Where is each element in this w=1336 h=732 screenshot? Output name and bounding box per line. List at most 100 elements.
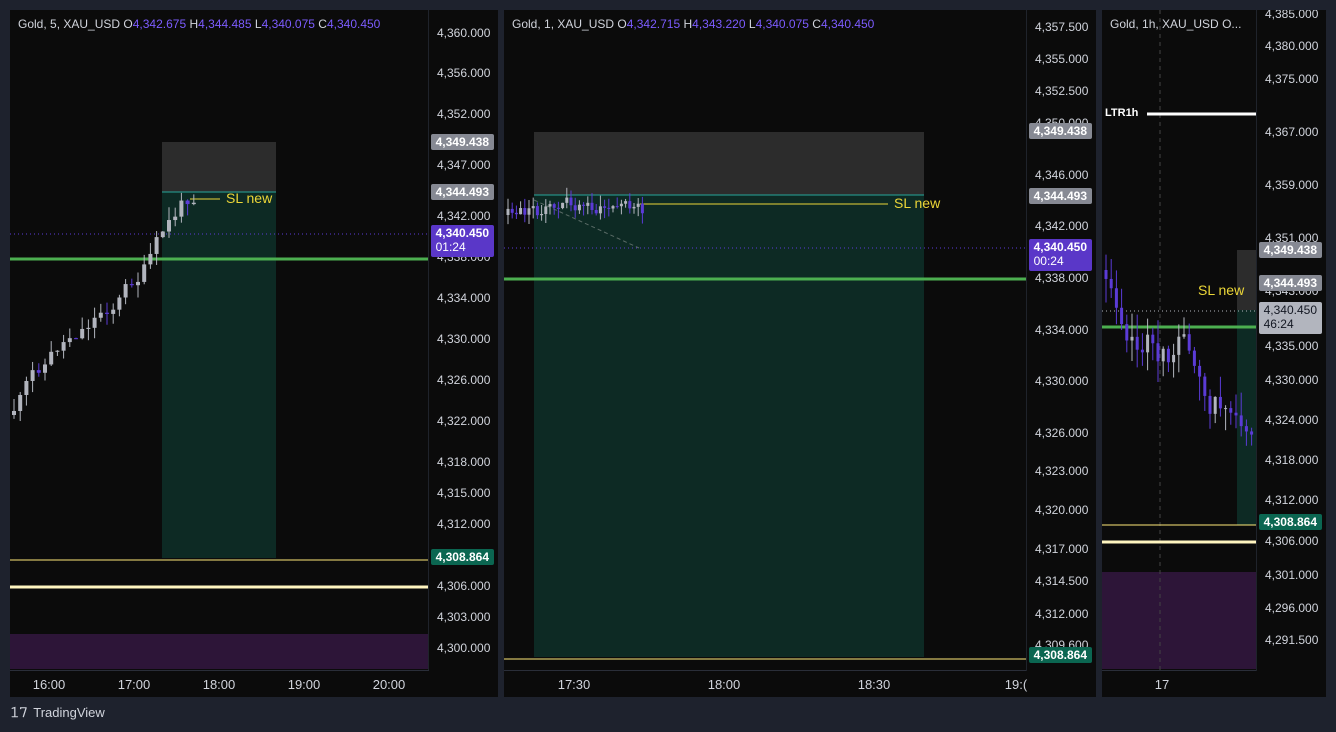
symbol-legend[interactable]: Gold, 1, XAU_USD O4,342.715 H4,343.220 L… — [512, 17, 874, 31]
time-axis[interactable]: 17:30 18:00 18:30 19:( — [504, 670, 1027, 697]
candle-body — [1130, 336, 1134, 341]
candle-body — [1244, 426, 1248, 432]
candle-body — [1229, 408, 1233, 413]
candle-body — [1114, 288, 1118, 308]
candle-body — [1146, 334, 1150, 353]
time-tick: 18:00 — [707, 677, 741, 692]
candle-body — [1177, 336, 1181, 355]
candle-body — [535, 206, 539, 216]
chart-panel-1m[interactable]: SL new Gold, 1, XAU_USD O4,342.715 H4,34… — [504, 10, 1096, 697]
chart-panel-1h[interactable]: LTR1h SL new Gold, 1h, XAU_USD O... 4,38… — [1102, 10, 1326, 697]
candle-body — [531, 206, 535, 209]
time-tick: 17:00 — [117, 677, 151, 692]
entry-price-badge: 4,308.864 — [430, 549, 494, 565]
candle-body — [619, 203, 623, 207]
candle-body — [167, 220, 171, 232]
candle-body — [552, 204, 556, 208]
price-tick: 4,296.000 — [1265, 601, 1319, 615]
legend-symbol: Gold, 1, XAU_USD — [512, 17, 615, 31]
price-tick: 4,312.000 — [437, 517, 491, 531]
candle-body — [611, 206, 615, 209]
price-plot[interactable] — [504, 10, 1096, 697]
candle-body — [527, 208, 531, 215]
candle-body — [523, 208, 527, 215]
candle-body — [561, 202, 565, 209]
candle-body — [49, 351, 54, 365]
candle-body — [1234, 412, 1238, 416]
price-tick: 4,320.000 — [1035, 503, 1089, 517]
price-tick: 4,347.000 — [437, 158, 491, 172]
candle-body — [55, 350, 60, 352]
candle-body — [640, 203, 644, 214]
time-axis[interactable]: 17 — [1102, 670, 1256, 697]
candle-body — [43, 364, 47, 373]
price-tick: 4,342.000 — [1035, 219, 1089, 233]
legend-low: 4,340.075 — [261, 17, 315, 31]
price-tick: 4,306.000 — [437, 579, 491, 593]
candle-body — [36, 370, 41, 373]
candle-body — [582, 204, 586, 206]
tradingview-logo-icon[interactable]: 𝟷𝟽 — [10, 704, 28, 721]
price-tick: 4,342.000 — [437, 209, 491, 223]
chart-panel-5m[interactable]: SL new Gold, 5, XAU_USD O4,342.675 H4,34… — [10, 10, 498, 697]
price-tick: 4,385.000 — [1265, 10, 1319, 21]
price-tick: 4,315.000 — [437, 486, 491, 500]
price-axis[interactable]: 4,357.500 4,355.000 4,352.500 4,350.000 … — [1026, 10, 1096, 671]
legend-open: 4,342.675 — [132, 17, 187, 31]
legend-open: 4,342.715 — [626, 17, 681, 31]
candle-body — [185, 200, 190, 205]
candle-body — [142, 264, 147, 282]
time-tick: 18:30 — [857, 677, 891, 692]
price-tick: 4,355.000 — [1035, 52, 1089, 66]
footer: 𝟷𝟽 TradingView — [10, 704, 105, 721]
entry-price-badge: 4,308.864 — [1028, 647, 1092, 663]
candle-body — [514, 212, 518, 215]
candle-body — [598, 206, 602, 214]
stop-zone — [162, 142, 276, 192]
time-tick: 18:00 — [202, 677, 236, 692]
price-tick: 4,375.000 — [1265, 72, 1319, 86]
symbol-legend[interactable]: Gold, 5, XAU_USD O4,342.675 H4,344.485 L… — [18, 17, 380, 31]
candle-body — [519, 208, 523, 215]
candle-body — [1239, 415, 1243, 427]
price-axis[interactable]: 4,385.000 4,380.000 4,375.000 4,367.000 … — [1256, 10, 1326, 671]
candle-body — [548, 204, 552, 207]
candle-body — [615, 206, 619, 208]
legend-close: 4,340.450 — [326, 17, 381, 31]
candle-body — [506, 208, 510, 215]
candle-body — [565, 197, 569, 203]
candle-body — [607, 207, 611, 209]
price-tick: 4,359.000 — [1265, 178, 1319, 192]
legend-ohlc-truncated: O... — [1222, 17, 1242, 31]
time-tick: 20:00 — [372, 677, 406, 692]
brand-name[interactable]: TradingView — [33, 705, 105, 720]
price-plot[interactable] — [10, 10, 498, 697]
price-tick: 4,326.000 — [1035, 426, 1089, 440]
time-axis[interactable]: 16:00 17:00 18:00 19:00 20:00 — [10, 670, 429, 697]
price-axis[interactable]: 4,360.000 4,356.000 4,352.000 4,347.000 … — [428, 10, 498, 671]
legend-high: 4,344.485 — [198, 17, 252, 31]
profit-zone — [162, 192, 276, 558]
price-tick: 4,314.500 — [1035, 574, 1089, 588]
price-tick: 4,306.000 — [1265, 534, 1319, 548]
price-tick: 4,301.000 — [1265, 568, 1319, 582]
symbol-legend[interactable]: Gold, 1h, XAU_USD O... — [1110, 17, 1241, 31]
candle-body — [628, 201, 632, 209]
candle-body — [577, 204, 581, 211]
candle-body — [1198, 365, 1202, 377]
candle-body — [173, 216, 178, 221]
price-tick: 4,346.000 — [1035, 168, 1089, 182]
legend-low: 4,340.075 — [755, 17, 809, 31]
candle-body — [1140, 349, 1144, 353]
candle-body — [67, 338, 72, 343]
price-tick: 4,318.000 — [437, 455, 491, 469]
candle-body — [540, 214, 544, 216]
candle-body — [105, 312, 109, 314]
sl-price-badge: 4,344.493 — [1258, 275, 1322, 291]
price-tick: 4,303.000 — [437, 610, 491, 624]
sl-new-label: SL new — [226, 190, 273, 206]
legend-symbol: Gold, 5, XAU_USD — [18, 17, 121, 31]
candle-body — [160, 231, 165, 238]
legend-symbol: Gold, 1h, XAU_USD — [1110, 17, 1219, 31]
candle-body — [129, 284, 134, 286]
